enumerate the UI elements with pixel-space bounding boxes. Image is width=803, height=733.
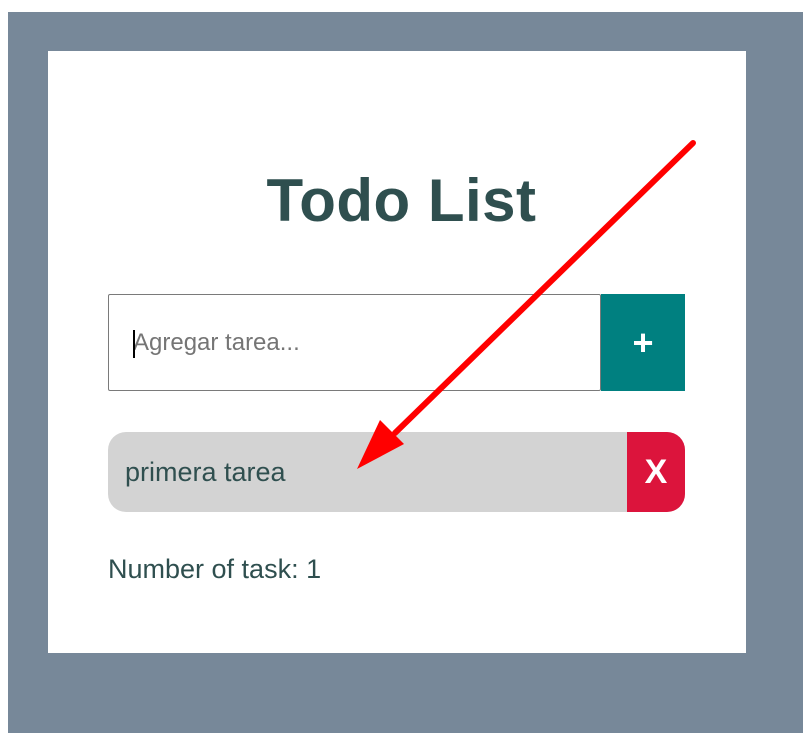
list-item: primera tarea X xyxy=(108,432,685,512)
page-title: Todo List xyxy=(266,167,537,234)
text-cursor xyxy=(133,330,135,358)
delete-task-button[interactable]: X xyxy=(627,432,685,512)
add-task-button[interactable]: + xyxy=(601,294,685,391)
task-input[interactable] xyxy=(108,294,601,391)
task-counter: Number of task: 1 xyxy=(108,554,322,584)
task-text: primera tarea xyxy=(125,457,286,487)
